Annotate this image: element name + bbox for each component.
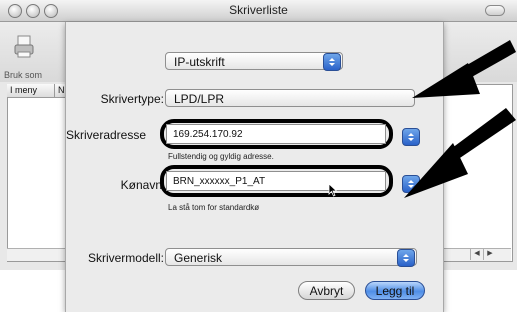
annotation-arrow-icon: [400, 106, 517, 211]
printer-model-value: Generisk: [174, 251, 223, 265]
printer-address-value: 169.254.170.92: [173, 129, 243, 140]
address-hint: Fullstendig og gyldig adresse.: [168, 152, 274, 161]
toolbar-toggle-icon[interactable]: [485, 5, 505, 16]
column-header-in-menu[interactable]: I meny: [10, 85, 37, 95]
pointer-arrow-icon: [328, 183, 338, 202]
model-stepper-icon[interactable]: [397, 249, 415, 267]
scroll-left-icon[interactable]: ◀: [470, 248, 483, 260]
column-divider: [54, 84, 55, 97]
toolbar-default-label[interactable]: Bruk som: [4, 70, 42, 80]
printer-type-label: Skrivertype:: [100, 92, 164, 106]
queue-name-hint: La stå tom for standardkø: [168, 203, 260, 212]
queue-name-field[interactable]: BRN_xxxxxx_P1_AT: [166, 171, 386, 191]
scroll-right-icon[interactable]: ▶: [483, 248, 496, 260]
queue-name-value: BRN_xxxxxx_P1_AT: [173, 176, 266, 187]
cancel-button[interactable]: Avbryt: [298, 281, 355, 300]
printer-model-label: Skrivermodell:: [87, 251, 164, 265]
protocol-popup[interactable]: IP-utskrift: [165, 52, 343, 70]
window-title: Skriverliste: [229, 3, 288, 17]
printer-model-popup[interactable]: Generisk: [165, 248, 417, 266]
printer-address-field[interactable]: 169.254.170.92: [166, 124, 386, 144]
add-button[interactable]: Legg til: [365, 281, 425, 300]
queue-name-label: Kønavn: [120, 178, 162, 192]
printer-type-value: LPD/LPR: [174, 92, 225, 106]
printer-type-popup[interactable]: LPD/LPR: [165, 89, 415, 107]
popup-stepper-icon[interactable]: [323, 53, 341, 71]
printer-address-label: Skriveradresse: [66, 128, 147, 142]
toolbar-printer-icon[interactable]: [13, 34, 35, 60]
protocol-popup-value: IP-utskrift: [174, 55, 225, 69]
